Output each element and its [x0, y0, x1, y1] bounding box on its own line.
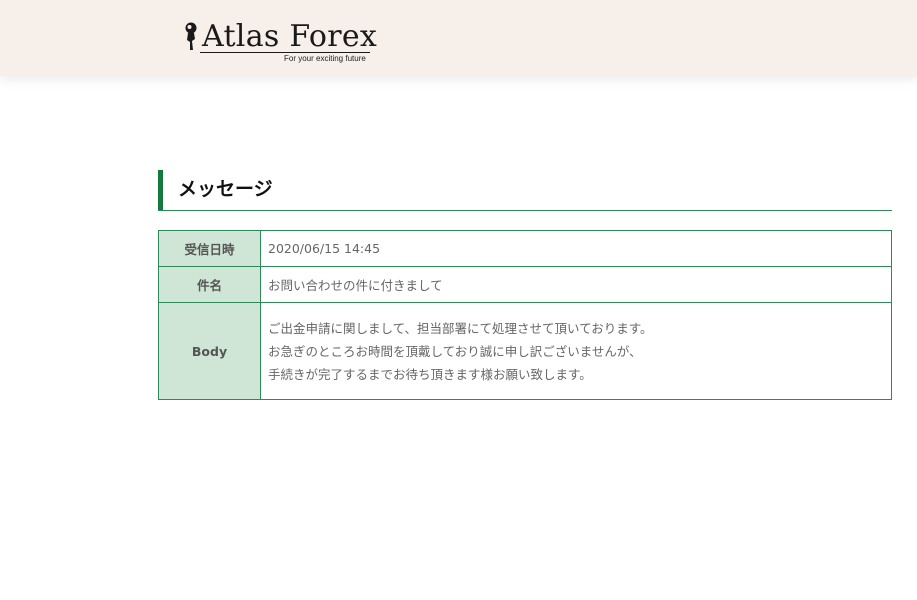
body-label: Body — [158, 302, 261, 400]
logo-underline — [200, 52, 370, 53]
body-line: お急ぎのところお時間を頂戴しており誠に申し訳ございませんが、 — [268, 343, 642, 359]
table-row-subject: 件名 お問い合わせの件に付きまして — [158, 266, 892, 303]
subject-value: お問い合わせの件に付きまして — [260, 266, 892, 303]
message-detail-table: 受信日時 2020/06/15 14:45 件名 お問い合わせの件に付きまして … — [158, 230, 892, 400]
received-date-value: 2020/06/15 14:45 — [260, 230, 892, 267]
subject-label: 件名 — [158, 266, 261, 303]
section-heading: メッセージ — [158, 170, 892, 211]
site-logo[interactable]: Atlas Forex For your exciting future — [180, 18, 380, 68]
body-value: ご出金申請に関しまして、担当部署にて処理させて頂いております。 お急ぎのところお… — [260, 302, 892, 400]
table-row-received-date: 受信日時 2020/06/15 14:45 — [158, 230, 892, 267]
site-header: Atlas Forex For your exciting future — [0, 0, 917, 76]
body-line: ご出金申請に関しまして、担当部署にて処理させて頂いております。 — [268, 320, 653, 336]
page-title: メッセージ — [178, 178, 273, 200]
received-date-label: 受信日時 — [158, 230, 261, 267]
atlas-figure-icon — [185, 22, 197, 50]
section-accent-bar — [158, 170, 163, 210]
logo-tagline: For your exciting future — [284, 54, 366, 63]
logo-name: Atlas Forex — [202, 19, 378, 54]
table-row-body: Body ご出金申請に関しまして、担当部署にて処理させて頂いております。 お急ぎ… — [158, 302, 892, 400]
body-line: 手続きが完了するまでお待ち頂きます様お願い致します。 — [268, 366, 592, 382]
